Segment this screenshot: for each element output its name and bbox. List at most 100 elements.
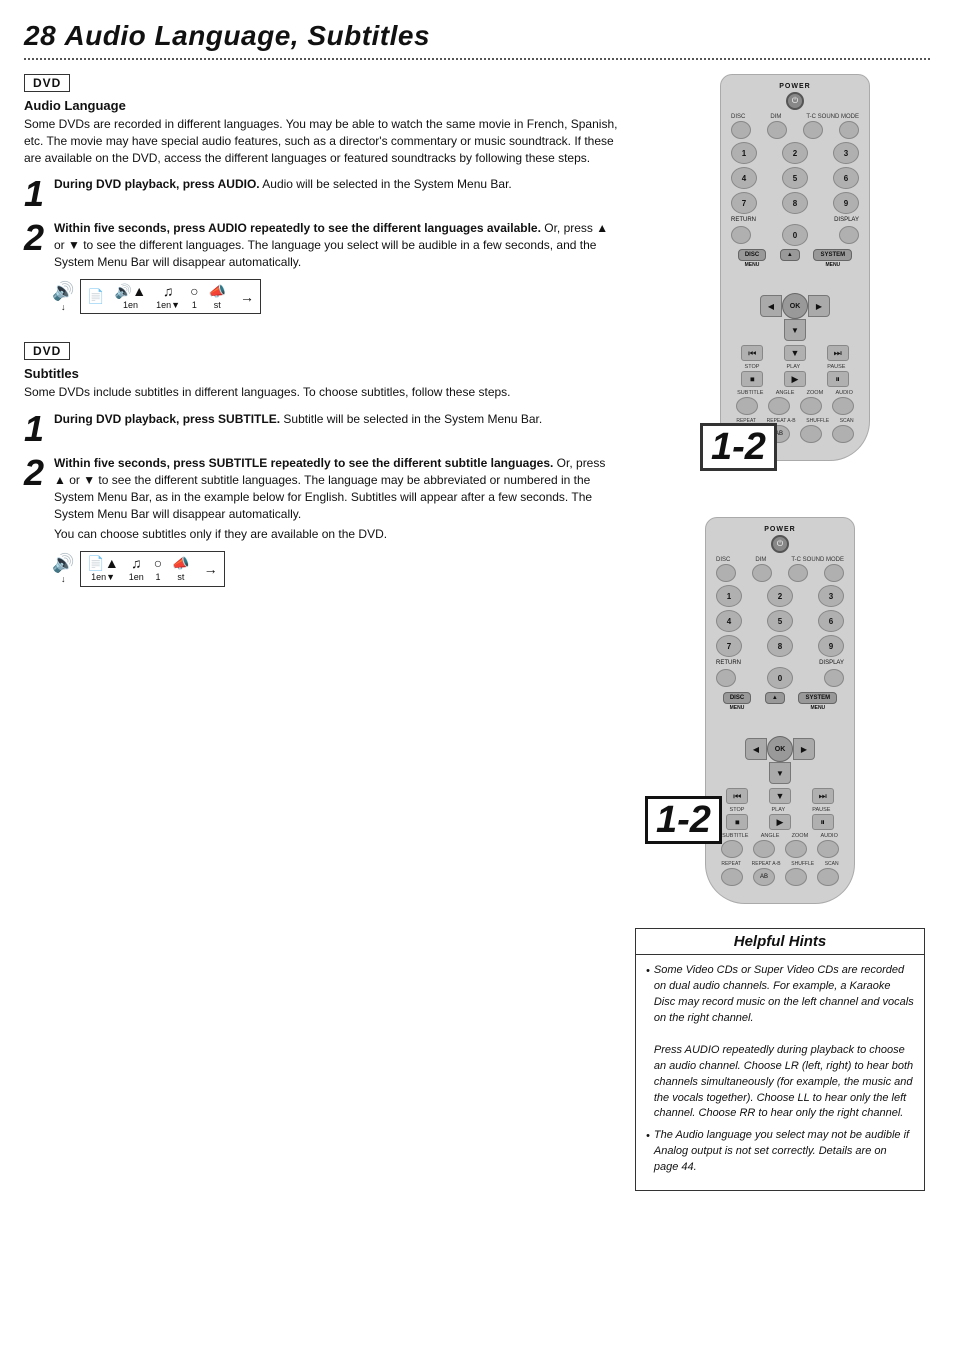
shuffle-btn-2[interactable]	[785, 868, 807, 886]
return-btn[interactable]	[731, 226, 751, 244]
btn-9[interactable]: 9	[833, 192, 859, 214]
stop-play-pause-row: ⏹ ▶ ⏸	[731, 371, 859, 387]
step1-text: During DVD playback, press AUDIO. Audio …	[54, 176, 512, 193]
return-btn-2[interactable]	[716, 669, 736, 687]
ffwd-btn-2[interactable]: ⏭	[812, 788, 834, 804]
shuffle-btn[interactable]	[800, 425, 822, 443]
dim-btn-2[interactable]	[752, 564, 772, 582]
extra-btn-2[interactable]	[824, 564, 844, 582]
btn-6[interactable]: 6	[833, 167, 859, 189]
dpad-left-2[interactable]: ◀	[745, 738, 767, 760]
btn-0-2[interactable]: 0	[767, 667, 793, 689]
up-btn[interactable]: ▲	[780, 249, 800, 261]
num-row-2: 4 5 6	[731, 167, 859, 189]
btn-8-2[interactable]: 8	[767, 635, 793, 657]
display-btn-2[interactable]	[824, 669, 844, 687]
dvd-badge-1: DVD	[24, 74, 70, 92]
down-btn2[interactable]: ▼	[784, 345, 806, 361]
power-button[interactable]: ⏻	[786, 92, 804, 110]
play-btn[interactable]: ▶	[784, 371, 806, 387]
section2-heading: Subtitles	[24, 366, 620, 381]
disc-menu-btn-2[interactable]: DISC	[723, 692, 751, 704]
disc-btn[interactable]	[731, 121, 751, 139]
badge-12-top: 1-2	[700, 423, 777, 471]
section2-menu-diagram: 🔊 ↓ 📄▲ 1en▼ ♫ 1en ○ 1	[52, 551, 620, 587]
system-menu-btn[interactable]: SYSTEM	[813, 249, 852, 261]
menu-icon-audio2: ♫ 1en▼	[156, 283, 180, 311]
ok-btn[interactable]: OK	[782, 293, 808, 319]
audio-btn-2[interactable]	[817, 840, 839, 858]
angle-btn[interactable]	[768, 397, 790, 415]
subtitle-btn[interactable]	[736, 397, 758, 415]
subtitle-btn-2[interactable]	[721, 840, 743, 858]
btn-3[interactable]: 3	[833, 142, 859, 164]
down-btn2-2[interactable]: ▼	[769, 788, 791, 804]
disc-menu-btn[interactable]: DISC	[738, 249, 766, 261]
step2-num: 2	[24, 220, 46, 256]
dpad-down[interactable]: ▼	[784, 319, 806, 341]
dpad-down-2[interactable]: ▼	[769, 762, 791, 784]
zoom-btn-2[interactable]	[785, 840, 807, 858]
rewind-btn-2[interactable]: ⏮	[726, 788, 748, 804]
btn-2[interactable]: 2	[782, 142, 808, 164]
btn-6-2[interactable]: 6	[818, 610, 844, 632]
transport-row-2: ⏮ ▼ ⏭	[716, 788, 844, 804]
stop-btn[interactable]: ⏹	[741, 371, 763, 387]
subtitle-angle-zoom-audio-row-2	[716, 840, 844, 858]
scan-btn[interactable]	[832, 425, 854, 443]
section1-step1: 1 During DVD playback, press AUDIO. Audi…	[24, 176, 620, 212]
ok-btn-2[interactable]: OK	[767, 736, 793, 762]
num-row-3: 7 8 9	[731, 192, 859, 214]
up-btn-2[interactable]: ▲	[765, 692, 785, 704]
btn-4[interactable]: 4	[731, 167, 757, 189]
display-btn[interactable]	[839, 226, 859, 244]
btn-1[interactable]: 1	[731, 142, 757, 164]
dpad-right-2[interactable]: ▶	[793, 738, 815, 760]
btn-7-2[interactable]: 7	[716, 635, 742, 657]
zoom-btn[interactable]	[800, 397, 822, 415]
dpad-left[interactable]: ◀	[760, 295, 782, 317]
tc-sound-btn[interactable]	[803, 121, 823, 139]
helpful-hints-box: Helpful Hints • Some Video CDs or Super …	[635, 928, 925, 1191]
btn-4-2[interactable]: 4	[716, 610, 742, 632]
num-row-2-2: 4 5 6	[716, 610, 844, 632]
power-button-2[interactable]: ⏻	[771, 535, 789, 553]
dpad: ◀ OK ▶ ▼	[760, 271, 830, 341]
angle-btn-2[interactable]	[753, 840, 775, 858]
dim-btn[interactable]	[767, 121, 787, 139]
section1-description: Some DVDs are recorded in different lang…	[24, 116, 620, 166]
system-menu-btn-2[interactable]: SYSTEM	[798, 692, 837, 704]
pause-btn[interactable]: ⏸	[827, 371, 849, 387]
scan-btn-2[interactable]	[817, 868, 839, 886]
tc-sound-btn-2[interactable]	[788, 564, 808, 582]
section2-step1-num: 1	[24, 411, 46, 447]
rewind-btn[interactable]: ⏮	[741, 345, 763, 361]
repeat-btn-2[interactable]	[721, 868, 743, 886]
hint-item-1: • Some Video CDs or Super Video CDs are …	[646, 963, 914, 1122]
menu-bar-icons-1: 📄 🔊▲ 1en ♫ 1en▼ ○ 1 📣	[80, 279, 261, 315]
dpad-right[interactable]: ▶	[808, 295, 830, 317]
transport-row-1: ⏮ ▼ ⏭	[731, 345, 859, 361]
repeat-ab-btn-2[interactable]: AB	[753, 868, 775, 886]
btn-5-2[interactable]: 5	[767, 610, 793, 632]
step2-text: Within five seconds, press AUDIO repeate…	[54, 220, 620, 270]
btn-0[interactable]: 0	[782, 224, 808, 246]
section2-step1-text: During DVD playback, press SUBTITLE. Sub…	[54, 411, 542, 428]
audio-btn[interactable]	[832, 397, 854, 415]
btn-5[interactable]: 5	[782, 167, 808, 189]
btn-8[interactable]: 8	[782, 192, 808, 214]
ffwd-btn[interactable]: ⏭	[827, 345, 849, 361]
disc-btn-2[interactable]	[716, 564, 736, 582]
btn-7[interactable]: 7	[731, 192, 757, 214]
pause-btn-2[interactable]: ⏸	[812, 814, 834, 830]
play-btn-2[interactable]: ▶	[769, 814, 791, 830]
btn-3-2[interactable]: 3	[818, 585, 844, 607]
btn-1-2[interactable]: 1	[716, 585, 742, 607]
btn-9-2[interactable]: 9	[818, 635, 844, 657]
extra-btn[interactable]	[839, 121, 859, 139]
btn-2-2[interactable]: 2	[767, 585, 793, 607]
section1-menu-diagram: 🔊 ↓ 📄 🔊▲ 1en ♫ 1en▼	[52, 279, 620, 315]
menu-icon-angle2: ○ 1	[154, 555, 162, 583]
section2-description: Some DVDs include subtitles in different…	[24, 384, 620, 401]
stop-btn-2[interactable]: ⏹	[726, 814, 748, 830]
